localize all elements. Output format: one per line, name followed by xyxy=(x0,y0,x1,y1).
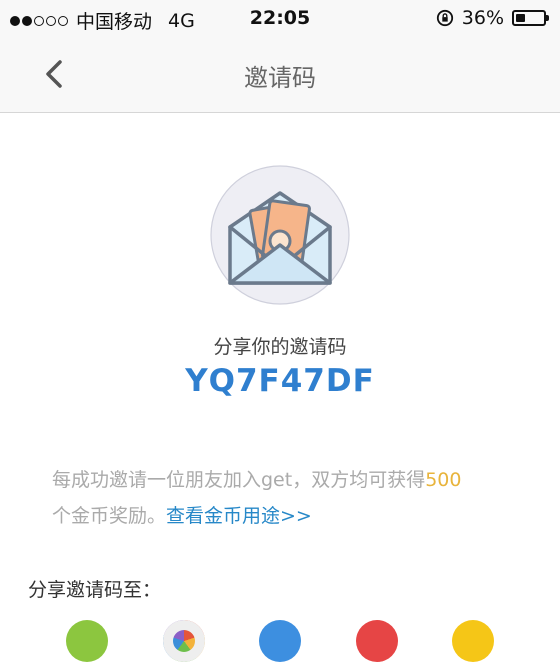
qq-icon[interactable] xyxy=(259,620,301,662)
envelope-money-icon xyxy=(210,165,350,305)
reward-description: 每成功邀请一位朋友加入get，双方均可获得500 个金币奖励。查看金币用途>> xyxy=(52,462,520,534)
status-right: 36% xyxy=(436,7,549,29)
description-text-2: 个金币奖励。 xyxy=(52,505,167,527)
rotation-lock-icon xyxy=(436,9,453,27)
wechat-icon[interactable] xyxy=(66,620,108,662)
battery-icon xyxy=(512,10,549,26)
moments-icon[interactable] xyxy=(163,620,205,662)
invite-code: YQ7F47DF xyxy=(185,363,375,399)
coin-amount: 500 xyxy=(425,469,462,491)
description-text: 每成功邀请一位朋友加入get，双方均可获得 xyxy=(52,469,426,491)
weibo-icon[interactable] xyxy=(356,620,398,662)
status-bar: 中国移动 4G 22:05 36% xyxy=(0,0,560,38)
view-coin-usage-link[interactable]: 查看金币用途>> xyxy=(166,505,312,527)
battery-fill xyxy=(516,14,525,22)
page-title: 邀请码 xyxy=(244,64,316,92)
nav-bar: 邀请码 xyxy=(0,38,560,113)
qzone-icon[interactable] xyxy=(452,620,494,662)
share-to-label: 分享邀请码至： xyxy=(28,579,162,601)
share-code-label: 分享你的邀请码 xyxy=(213,336,347,358)
share-targets xyxy=(0,620,560,662)
battery-percent: 36% xyxy=(461,7,504,29)
